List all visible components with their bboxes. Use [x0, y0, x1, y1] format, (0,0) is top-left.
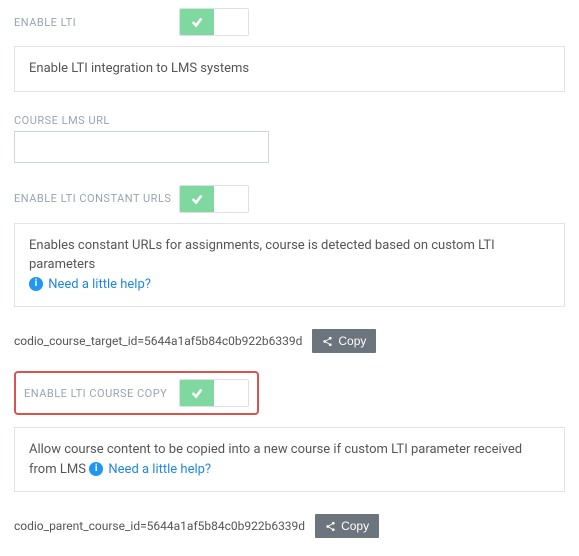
- check-icon: [190, 386, 204, 400]
- enable-lti-toggle[interactable]: [179, 8, 249, 36]
- course-copy-highlight: ENABLE LTI COURSE COPY: [14, 371, 259, 415]
- copy-parent-course-button[interactable]: Copy: [315, 514, 379, 538]
- enable-course-copy-label: ENABLE LTI COURSE COPY: [24, 387, 179, 400]
- copy-label: Copy: [338, 334, 366, 348]
- share-icon: [322, 336, 333, 347]
- share-icon: [325, 521, 336, 532]
- enable-constant-urls-toggle[interactable]: [179, 185, 249, 213]
- enable-lti-label: ENABLE LTI: [14, 16, 179, 29]
- enable-constant-urls-label: ENABLE LTI CONSTANT URLS: [14, 192, 179, 205]
- copy-label: Copy: [341, 519, 369, 533]
- constant-urls-help-link[interactable]: Need a little help?: [48, 277, 151, 292]
- info-icon: i: [89, 462, 103, 476]
- copy-course-target-button[interactable]: Copy: [312, 329, 376, 353]
- course-target-id-text: codio_course_target_id=5644a1af5b84c0b92…: [14, 334, 302, 348]
- info-icon: i: [29, 277, 43, 291]
- enable-constant-urls-description: Enables constant URLs for assignments, c…: [29, 238, 495, 273]
- enable-lti-description: Enable LTI integration to LMS systems: [14, 46, 565, 92]
- course-copy-help-link[interactable]: Need a little help?: [108, 462, 211, 477]
- parent-course-id-text: codio_parent_course_id=5644a1af5b84c0b92…: [14, 519, 305, 533]
- check-icon: [190, 192, 204, 206]
- course-lms-url-label: COURSE LMS URL: [14, 114, 179, 127]
- enable-course-copy-description: Allow course content to be copied into a…: [29, 442, 522, 477]
- check-icon: [190, 15, 204, 29]
- course-lms-url-input[interactable]: [14, 131, 269, 163]
- enable-course-copy-toggle[interactable]: [179, 379, 249, 407]
